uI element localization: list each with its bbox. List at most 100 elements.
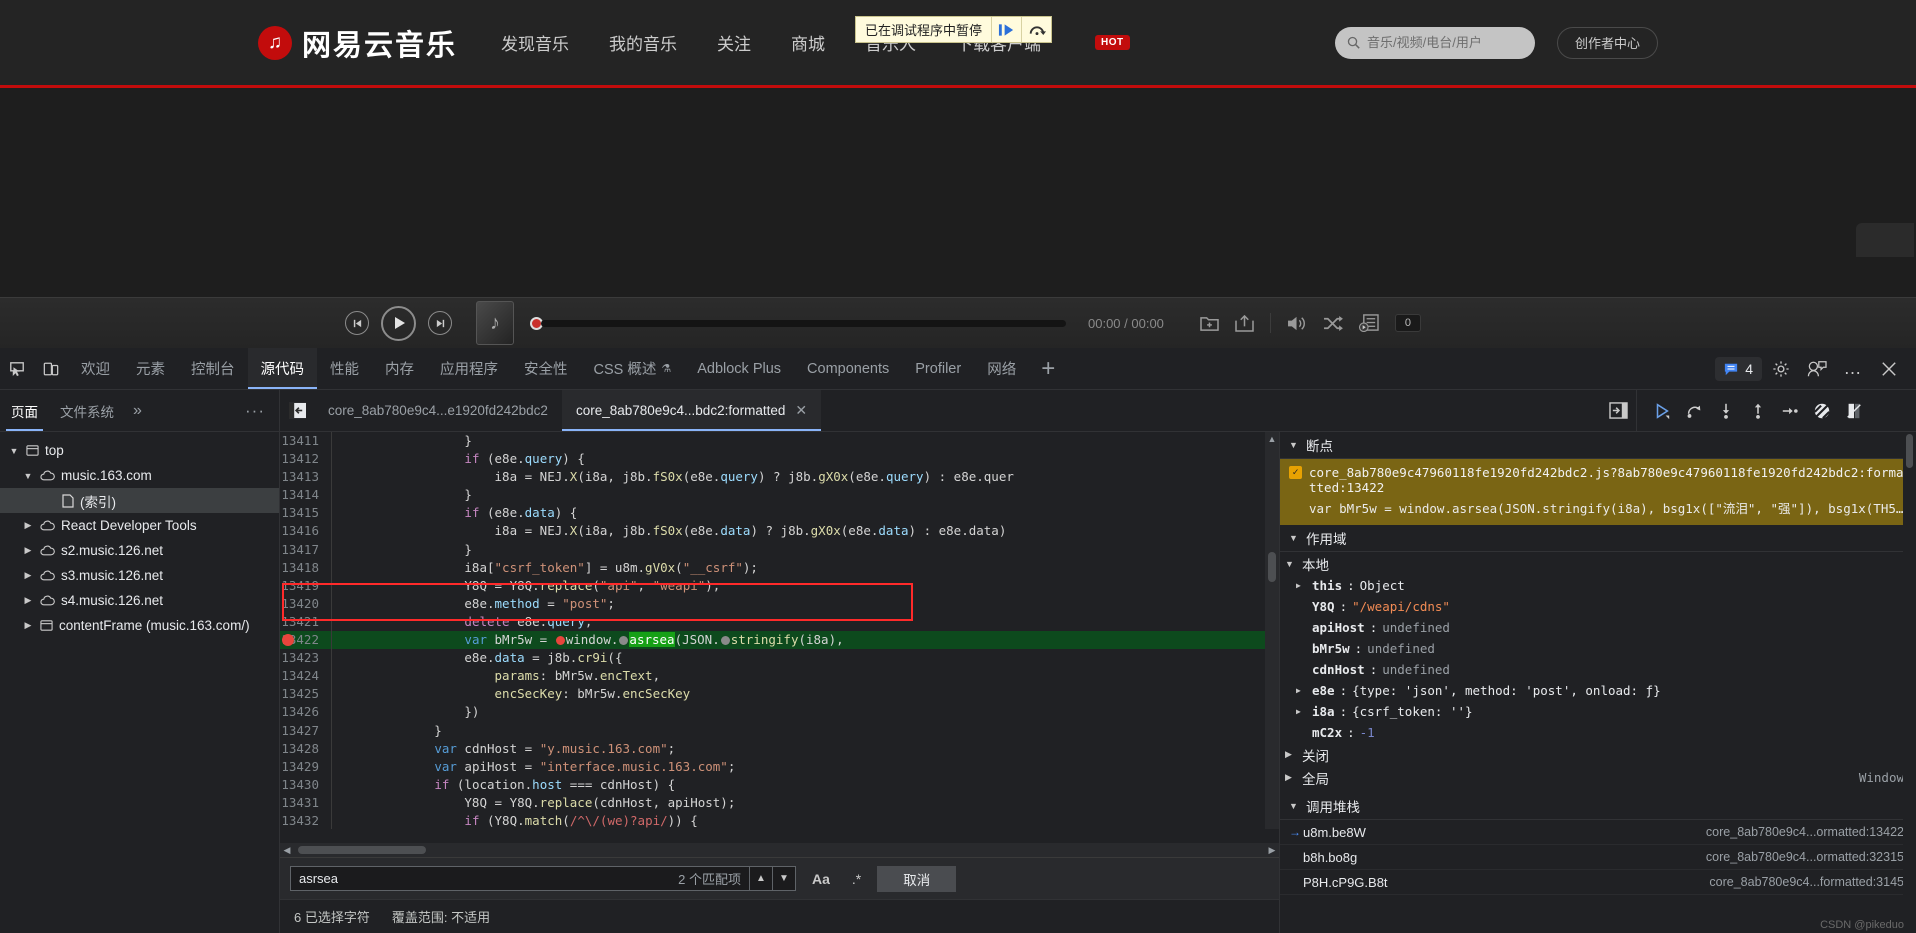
next-track-icon[interactable]: [428, 311, 452, 335]
playlist-icon[interactable]: [1358, 314, 1379, 332]
chevron-right-icon[interactable]: ▶: [22, 570, 34, 581]
scope-var-apiHost[interactable]: apiHost: undefined: [1280, 617, 1916, 638]
tree-item-s2[interactable]: ▶ s2.music.126.net: [0, 538, 279, 563]
inspect-element-icon[interactable]: [0, 348, 34, 389]
nav-item-follow[interactable]: 关注: [717, 30, 751, 55]
tab-elements[interactable]: 元素: [123, 348, 178, 389]
site-search-box[interactable]: [1334, 26, 1535, 59]
scope-var-bMr5w[interactable]: bMr5w: undefined: [1280, 638, 1916, 659]
step-out-button[interactable]: [1743, 397, 1773, 425]
breakpoints-section-header[interactable]: ▼ 断点: [1280, 432, 1916, 459]
chevron-down-icon[interactable]: ▼: [8, 446, 20, 456]
step-into-button[interactable]: [1711, 397, 1741, 425]
play-pause-icon[interactable]: [381, 305, 416, 341]
scroll-thumb-h[interactable]: [298, 846, 426, 854]
tree-item-s4[interactable]: ▶ s4.music.126.net: [0, 588, 279, 613]
tree-item-index[interactable]: (索引): [0, 488, 279, 513]
chevron-right-icon[interactable]: ▶: [1285, 749, 1295, 760]
tab-components[interactable]: Components: [794, 348, 902, 389]
chevron-right-icon[interactable]: ▶: [22, 520, 34, 531]
chevron-down-icon[interactable]: ▼: [1285, 559, 1295, 569]
scope-group-closure[interactable]: ▶ 关闭: [1280, 743, 1916, 766]
playback-progress[interactable]: [530, 316, 1066, 330]
editor-tab-formatted[interactable]: core_8ab780e9c4...bdc2:formatted ✕: [561, 390, 822, 431]
callstack-row-0[interactable]: → u8m.be8W core_8ab780e9c4...ormatted:13…: [1280, 820, 1916, 845]
checkbox-checked-icon[interactable]: ✓: [1289, 466, 1302, 479]
scope-var-cdnHost[interactable]: cdnHost: undefined: [1280, 659, 1916, 680]
nav-item-mall[interactable]: 商城: [791, 30, 825, 55]
close-icon[interactable]: ✕: [795, 402, 807, 419]
scope-group-local[interactable]: ▼ 本地: [1280, 552, 1916, 575]
deactivate-breakpoints-button[interactable]: [1807, 397, 1837, 425]
chevron-down-icon[interactable]: ▼: [1289, 801, 1299, 811]
tab-console[interactable]: 控制台: [178, 348, 248, 389]
add-to-playlist-icon[interactable]: [1200, 315, 1219, 332]
nav-item-discover[interactable]: 发现音乐: [501, 30, 569, 55]
tab-memory[interactable]: 内存: [372, 348, 427, 389]
scope-var-this[interactable]: ▶ this: Object: [1280, 575, 1916, 596]
navtab-page[interactable]: 页面: [0, 390, 49, 431]
scope-var-Y8Q[interactable]: Y8Q: "/weapi/cdns": [1280, 596, 1916, 617]
toggle-device-toolbar-icon[interactable]: [34, 348, 68, 389]
album-cover-thumbnail[interactable]: ♪: [476, 301, 514, 345]
scope-group-global[interactable]: ▶ 全局 Window: [1280, 766, 1916, 789]
chevron-down-icon[interactable]: ▼: [22, 471, 34, 481]
add-panel-icon[interactable]: +: [1029, 348, 1067, 389]
tab-network[interactable]: 网络: [974, 348, 1029, 389]
search-field-wrap[interactable]: 2 个匹配项 ▲ ▼: [290, 866, 796, 891]
settings-gear-icon[interactable]: [1764, 354, 1798, 384]
tree-item-top[interactable]: ▼ top: [0, 438, 279, 463]
tab-adblock-plus[interactable]: Adblock Plus: [684, 348, 794, 389]
progress-track[interactable]: [541, 319, 1066, 327]
site-logo[interactable]: ♫ 网易云音乐: [258, 22, 457, 64]
match-case-toggle[interactable]: Aa: [806, 871, 836, 887]
chevron-right-icon[interactable]: ▶: [22, 595, 34, 606]
chevron-right-icon[interactable]: ▶: [1296, 707, 1307, 716]
breakpoint-entry[interactable]: ✓ core_8ab780e9c47960118fe1920fd242bdc2.…: [1280, 459, 1916, 525]
pause-on-exceptions-button[interactable]: [1839, 397, 1869, 425]
previous-track-icon[interactable]: [345, 311, 369, 335]
tab-css-overview[interactable]: CSS 概述 ⚗: [581, 348, 685, 389]
search-next-icon[interactable]: ▼: [772, 867, 795, 890]
callstack-row-1[interactable]: b8h.bo8g core_8ab780e9c4...ormatted:3231…: [1280, 845, 1916, 870]
scroll-thumb[interactable]: [1906, 434, 1913, 468]
navtab-overflow-icon[interactable]: »: [125, 402, 150, 420]
resume-script-icon[interactable]: [991, 17, 1021, 42]
scroll-left-icon[interactable]: ◀: [280, 845, 294, 856]
chevron-down-icon[interactable]: ▼: [1289, 533, 1299, 543]
scroll-thumb[interactable]: [1268, 552, 1276, 582]
nav-item-my-music[interactable]: 我的音乐: [609, 30, 677, 55]
site-search-input[interactable]: [1366, 35, 1523, 50]
scroll-up-icon[interactable]: ▲: [1265, 432, 1279, 445]
show-navigator-icon[interactable]: [280, 390, 314, 431]
tab-profiler[interactable]: Profiler: [902, 348, 974, 389]
breakpoint-marker[interactable]: [282, 634, 294, 647]
tab-sources[interactable]: 源代码: [247, 348, 317, 389]
tab-welcome[interactable]: 欢迎: [68, 348, 123, 389]
navigator-more-icon[interactable]: ···: [231, 401, 279, 421]
tree-item-contentframe[interactable]: ▶ contentFrame (music.163.com/): [0, 613, 279, 638]
scope-section-header[interactable]: ▼ 作用域: [1280, 525, 1916, 552]
search-cancel-button[interactable]: 取消: [877, 865, 957, 892]
scope-var-mC2x[interactable]: mC2x: -1: [1280, 722, 1916, 743]
editor-tab-raw[interactable]: core_8ab780e9c4...e1920fd242bdc2: [314, 390, 562, 431]
share-icon[interactable]: [1235, 314, 1254, 332]
editor-vertical-scrollbar[interactable]: ▲: [1265, 432, 1279, 829]
editor-horizontal-scrollbar[interactable]: ◀ ▶: [280, 843, 1279, 857]
search-input[interactable]: [299, 871, 679, 886]
chevron-right-icon[interactable]: ▶: [1296, 581, 1307, 590]
scope-var-e8e[interactable]: ▶ e8e: {type: 'json', method: 'post', on…: [1280, 680, 1916, 701]
chevron-down-icon[interactable]: ▼: [1289, 440, 1299, 450]
callstack-row-2[interactable]: P8H.cP9G.B8t core_8ab780e9c4...formatted…: [1280, 870, 1916, 895]
step-over-icon[interactable]: [1021, 17, 1051, 42]
scope-var-i8a[interactable]: ▶ i8a: {csrf_token: ''}: [1280, 701, 1916, 722]
scroll-right-icon[interactable]: ▶: [1265, 845, 1279, 856]
search-prev-icon[interactable]: ▲: [749, 867, 772, 890]
chevron-right-icon[interactable]: ▶: [22, 545, 34, 556]
volume-icon[interactable]: [1287, 315, 1307, 332]
navtab-filesystem[interactable]: 文件系统: [49, 390, 125, 431]
tab-performance[interactable]: 性能: [317, 348, 372, 389]
tab-application[interactable]: 应用程序: [427, 348, 511, 389]
sidebar-scrollbar[interactable]: [1903, 432, 1916, 933]
tree-item-s3[interactable]: ▶ s3.music.126.net: [0, 563, 279, 588]
